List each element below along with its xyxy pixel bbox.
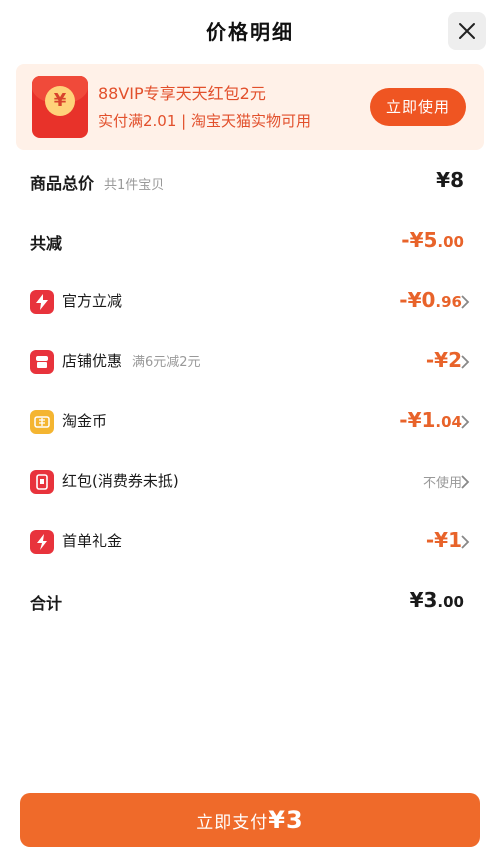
shop-discount-value: -¥2 [425, 348, 462, 372]
total-price-label: 商品总价 [30, 174, 95, 193]
bolt-icon [30, 290, 54, 314]
chevron-right-icon [461, 355, 470, 369]
shop-discount-label: 店铺优惠 [62, 352, 123, 370]
promo-condition: 实付满2.01 | 淘宝天猫实物可用 [98, 112, 311, 130]
total-discount-row: 共减 -¥5.00 [0, 222, 500, 262]
total-discount-label: 共减 [30, 234, 63, 253]
yuan-coin-icon: ¥ [45, 86, 75, 116]
official-discount-row[interactable]: 官方立减 -¥0.96 [0, 282, 500, 322]
total-discount-value: -¥5.00 [401, 228, 464, 252]
chevron-right-icon [461, 415, 470, 429]
vip-red-packet-banner: ¥ 88VIP专享天天红包2元 实付满2.01 | 淘宝天猫实物可用 立即使用 [16, 64, 484, 150]
header: 价格明细 [0, 0, 500, 62]
item-count-note: 共1件宝贝 [104, 178, 165, 193]
taojinbi-row[interactable]: 淘金币 -¥1.04 [0, 402, 500, 442]
first-order-gift-label: 首单礼金 [62, 532, 123, 550]
first-order-gift-value: -¥1 [425, 528, 462, 552]
chevron-right-icon [461, 295, 470, 309]
total-price-row: 商品总价 共1件宝贝 ¥8 [0, 162, 500, 202]
page-title: 价格明细 [206, 20, 294, 44]
pay-now-label: 立即支付 [196, 813, 269, 833]
gift-bolt-icon [30, 530, 54, 554]
sum-value: ¥3.00 [409, 588, 464, 612]
red-packet-label: 红包(消费券未抵) [62, 472, 179, 490]
red-packet-icon [30, 470, 54, 494]
taojinbi-label: 淘金币 [62, 412, 108, 430]
shop-discount-note: 满6元减2元 [132, 355, 201, 370]
use-now-button[interactable]: 立即使用 [370, 88, 466, 126]
official-discount-value: -¥0.96 [399, 288, 462, 312]
red-packet-icon: ¥ [32, 76, 88, 138]
red-packet-row[interactable]: 红包(消费券未抵) 不使用 [0, 462, 500, 502]
red-packet-value: 不使用 [422, 476, 462, 491]
shop-discount-row[interactable]: 店铺优惠 满6元减2元 -¥2 [0, 342, 500, 382]
total-price-value: ¥8 [436, 168, 464, 192]
pay-now-button[interactable]: 立即支付¥3 [20, 793, 480, 847]
chevron-right-icon [461, 475, 470, 489]
first-order-gift-row[interactable]: 首单礼金 -¥1 [0, 522, 500, 562]
sum-label: 合计 [30, 594, 63, 613]
promo-title: 88VIP专享天天红包2元 [98, 84, 266, 103]
chevron-right-icon [461, 535, 470, 549]
coin-icon [30, 410, 54, 434]
shop-icon [30, 350, 54, 374]
sum-row: 合计 ¥3.00 [0, 582, 500, 622]
close-button[interactable] [448, 12, 486, 50]
close-icon [459, 23, 475, 39]
pay-amount: ¥3 [268, 806, 304, 834]
official-discount-label: 官方立减 [62, 292, 123, 310]
taojinbi-value: -¥1.04 [399, 408, 462, 432]
